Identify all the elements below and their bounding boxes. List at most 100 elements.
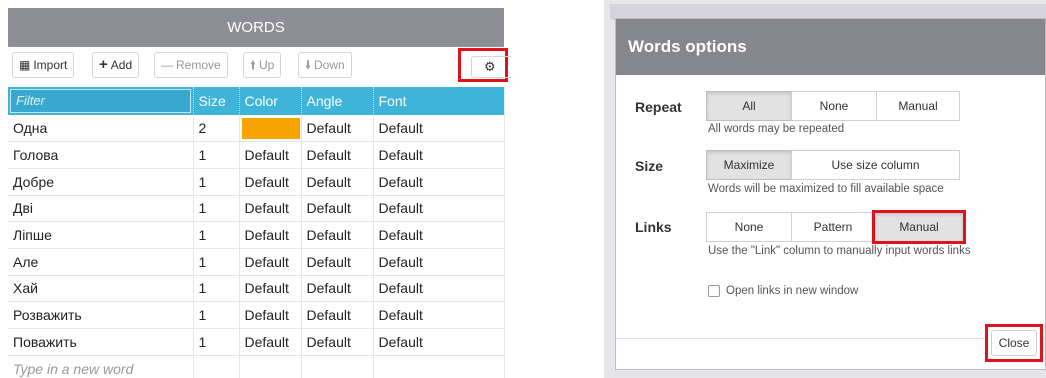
arrow-up-icon: 🠙 — [250, 58, 257, 72]
angle-cell[interactable]: Default — [301, 328, 374, 356]
table-row[interactable]: Одна 2 Default Default — [8, 115, 505, 143]
table-row[interactable]: Голова 1 Default Default Default — [8, 141, 505, 169]
angle-cell[interactable]: Default — [301, 141, 374, 169]
links-manual-button[interactable]: Manual — [872, 210, 966, 244]
words-toolbar: ▦ Import + Add — Remove 🠙 Up 🠛 Down ⚙ — [8, 47, 511, 87]
options-button-highlight[interactable]: ⚙ — [458, 48, 511, 82]
size-cell[interactable]: 1 — [193, 275, 240, 303]
color-cell[interactable]: Default — [239, 328, 302, 356]
color-cell[interactable]: Default — [239, 195, 302, 223]
words-panel: WORDS ▦ Import + Add — Remove 🠙 Up 🠛 Down ⚙ — [0, 0, 511, 378]
word-cell[interactable]: Добре — [8, 168, 194, 196]
word-cell[interactable]: Але — [8, 248, 194, 276]
filter-input[interactable]: Filter — [10, 89, 191, 113]
color-cell[interactable] — [239, 115, 302, 143]
new-word-row[interactable]: Type in a new word — [8, 355, 505, 378]
size-use-column-button[interactable]: Use size column — [791, 150, 960, 180]
color-cell[interactable]: Default — [239, 168, 302, 196]
remove-button[interactable]: — Remove — [154, 52, 228, 78]
repeat-all-button[interactable]: All — [706, 91, 792, 121]
open-new-window-option[interactable]: Open links in new window — [708, 285, 858, 297]
word-cell[interactable]: Поважить — [8, 328, 194, 356]
column-header-angle[interactable]: Angle — [301, 87, 374, 115]
repeat-none-button[interactable]: None — [791, 91, 877, 121]
color-cell[interactable]: Default — [239, 248, 302, 276]
links-label: Links — [635, 219, 672, 235]
font-cell[interactable]: Default — [373, 248, 505, 276]
dialog-title: Words options — [616, 19, 1045, 75]
size-cell[interactable]: 1 — [193, 221, 240, 249]
down-button[interactable]: 🠛 Down — [298, 52, 352, 78]
table-row[interactable]: Поважить 1 Default Default Default — [8, 328, 505, 356]
angle-cell[interactable]: Default — [301, 195, 374, 223]
font-cell[interactable]: Default — [373, 168, 505, 196]
angle-cell[interactable]: Default — [301, 221, 374, 249]
options-button[interactable]: ⚙ — [471, 56, 511, 78]
word-cell[interactable]: Голова — [8, 141, 194, 169]
angle-cell[interactable]: Default — [301, 168, 374, 196]
word-cell[interactable]: Розважить — [8, 301, 194, 329]
links-none-button[interactable]: None — [706, 212, 792, 242]
close-button[interactable]: Close — [991, 330, 1037, 356]
open-new-window-label: Open links in new window — [726, 285, 859, 297]
remove-label: Remove — [176, 58, 221, 72]
table-row[interactable]: Добре 1 Default Default Default — [8, 168, 505, 196]
import-button[interactable]: ▦ Import — [12, 52, 75, 78]
font-cell[interactable]: Default — [373, 221, 505, 249]
empty-cell — [373, 355, 505, 378]
color-cell[interactable]: Default — [239, 141, 302, 169]
table-row[interactable]: Але 1 Default Default Default — [8, 248, 505, 276]
open-new-window-checkbox[interactable] — [708, 285, 720, 297]
size-hint: Words will be maximized to fill availabl… — [708, 183, 944, 195]
size-maximize-button[interactable]: Maximize — [706, 150, 792, 180]
angle-cell[interactable]: Default — [301, 301, 374, 329]
table-header-row: Filter Size Color Angle Font — [8, 87, 505, 115]
new-word-input[interactable]: Type in a new word — [8, 355, 194, 378]
size-cell[interactable]: 1 — [193, 301, 240, 329]
down-label: Down — [314, 58, 345, 72]
close-button-highlight: Close — [985, 324, 1043, 362]
word-cell[interactable]: Одна — [8, 115, 194, 143]
color-cell[interactable]: Default — [239, 221, 302, 249]
table-row[interactable]: Ліпше 1 Default Default Default — [8, 221, 505, 249]
color-cell[interactable]: Default — [239, 301, 302, 329]
color-swatch — [241, 117, 300, 139]
angle-cell[interactable]: Default — [301, 275, 374, 303]
font-cell[interactable]: Default — [373, 115, 505, 143]
size-cell[interactable]: 1 — [193, 248, 240, 276]
font-cell[interactable]: Default — [373, 195, 505, 223]
column-header-size[interactable]: Size — [193, 87, 240, 115]
up-button[interactable]: 🠙 Up — [243, 52, 282, 78]
angle-cell[interactable]: Default — [301, 115, 374, 143]
repeat-manual-button[interactable]: Manual — [876, 91, 960, 121]
font-cell[interactable]: Default — [373, 301, 505, 329]
empty-cell — [301, 355, 374, 378]
size-cell[interactable]: 1 — [193, 328, 240, 356]
word-cell[interactable]: Ліпше — [8, 221, 194, 249]
empty-cell — [193, 355, 240, 378]
color-cell[interactable]: Default — [239, 275, 302, 303]
table-row[interactable]: Хай 1 Default Default Default — [8, 275, 505, 303]
font-cell[interactable]: Default — [373, 141, 505, 169]
size-segmented-control: Maximize Use size column — [706, 150, 960, 180]
angle-cell[interactable]: Default — [301, 248, 374, 276]
size-cell[interactable]: 1 — [193, 195, 240, 223]
links-pattern-button[interactable]: Pattern — [791, 212, 875, 242]
table-row[interactable]: Дві 1 Default Default Default — [8, 195, 505, 223]
minus-icon: — — [161, 58, 173, 72]
word-cell[interactable]: Хай — [8, 275, 194, 303]
column-header-color[interactable]: Color — [239, 87, 302, 115]
add-button[interactable]: + Add — [92, 52, 140, 78]
size-cell[interactable]: 2 — [193, 115, 240, 143]
size-label: Size — [635, 158, 664, 174]
size-cell[interactable]: 1 — [193, 141, 240, 169]
table-row[interactable]: Розважить 1 Default Default Default — [8, 301, 505, 329]
font-cell[interactable]: Default — [373, 275, 505, 303]
size-cell[interactable]: 1 — [193, 168, 240, 196]
links-hint: Use the "Link" column to manually input … — [708, 245, 971, 257]
word-cell[interactable]: Дві — [8, 195, 194, 223]
repeat-segmented-control: All None Manual — [706, 91, 960, 121]
font-cell[interactable]: Default — [373, 328, 505, 356]
up-label: Up — [259, 58, 275, 72]
column-header-font[interactable]: Font — [373, 87, 505, 115]
